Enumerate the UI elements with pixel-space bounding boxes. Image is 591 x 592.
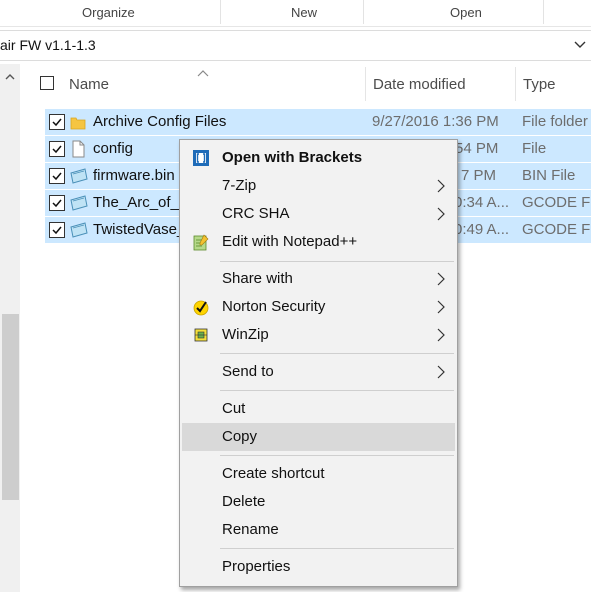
- column-header-date-modified[interactable]: Date modified: [373, 76, 466, 112]
- menu-item-label: Edit with Notepad++: [222, 233, 358, 250]
- menu-item-norton-security[interactable]: Norton Security: [182, 293, 455, 321]
- bin-file-icon: [70, 167, 88, 185]
- file-type: File: [522, 140, 547, 157]
- file-name: firmware.bin: [93, 167, 175, 184]
- menu-item-open-with-brackets[interactable]: Open with Brackets: [182, 144, 455, 172]
- menu-item-label: Send to: [222, 363, 274, 380]
- file-type: BIN File: [522, 167, 576, 184]
- folder-icon: [70, 113, 86, 131]
- norton-icon: [192, 298, 210, 316]
- menu-item-crc-sha[interactable]: CRC SHA: [182, 200, 455, 228]
- navigation-pane-scrollbar[interactable]: [0, 64, 20, 592]
- menu-item-label: Open with Brackets: [222, 149, 363, 166]
- menu-item-label: WinZip: [222, 326, 269, 343]
- menu-item-share-with[interactable]: Share with: [182, 265, 455, 293]
- file-type: GCODE File: [522, 194, 591, 211]
- chevron-right-icon: [437, 328, 445, 342]
- file-type: File folder: [522, 113, 588, 130]
- menu-item-send-to[interactable]: Send to: [182, 358, 455, 386]
- file-row[interactable]: Archive Config Files 9/27/2016 1:36 PM F…: [45, 109, 591, 135]
- file-date-modified: 7 PM: [461, 167, 497, 184]
- chevron-right-icon: [437, 300, 445, 314]
- menu-separator: [220, 548, 454, 549]
- menu-item-label: Copy: [222, 428, 258, 445]
- blank-file-icon: [70, 140, 86, 158]
- menu-item-edit-with-notepad-plus-plus[interactable]: Edit with Notepad++: [182, 228, 455, 256]
- scroll-up-icon[interactable]: [4, 70, 16, 82]
- file-date-modified: 9/27/2016 1:36 PM: [372, 113, 499, 130]
- menu-item-7-zip[interactable]: 7-Zip: [182, 172, 455, 200]
- row-checkbox[interactable]: [49, 168, 65, 184]
- ribbon-divider: [363, 0, 364, 24]
- menu-item-label: CRC SHA: [222, 205, 290, 222]
- scrollbar-thumb[interactable]: [2, 314, 19, 500]
- menu-separator: [220, 353, 454, 354]
- ribbon-divider: [220, 0, 221, 24]
- menu-item-label: Share with: [222, 270, 293, 287]
- file-date-modified: 0:34 A...: [454, 194, 510, 211]
- menu-item-label: Create shortcut: [222, 465, 325, 482]
- gcode-file-icon: [70, 221, 88, 239]
- menu-item-label: 7-Zip: [222, 177, 257, 194]
- file-type: GCODE File: [522, 221, 591, 238]
- menu-item-label: Norton Security: [222, 298, 326, 315]
- row-checkbox[interactable]: [49, 195, 65, 211]
- menu-item-cut[interactable]: Cut: [182, 395, 455, 423]
- select-all-checkbox[interactable]: [40, 76, 54, 90]
- ribbon-divider: [543, 0, 544, 24]
- file-date-modified: 54 PM: [455, 140, 499, 157]
- row-checkbox[interactable]: [49, 222, 65, 238]
- column-divider[interactable]: [515, 67, 516, 101]
- brackets-icon: [192, 149, 210, 167]
- menu-item-rename[interactable]: Rename: [182, 516, 455, 544]
- file-date-modified: 0:49 A...: [454, 221, 510, 238]
- ribbon-group-open: Open: [450, 5, 482, 20]
- sort-ascending-icon: [197, 64, 209, 77]
- row-checkbox[interactable]: [49, 114, 65, 130]
- menu-separator: [220, 390, 454, 391]
- menu-item-label: Rename: [222, 521, 279, 538]
- menu-item-winzip[interactable]: WinZip: [182, 321, 455, 349]
- file-name: config: [93, 140, 134, 157]
- file-name: The_Arc_of_tr: [93, 194, 189, 211]
- menu-item-label: Cut: [222, 400, 246, 417]
- context-menu: Open with Brackets 7-Zip CRC SHA Edit wi…: [179, 139, 458, 587]
- chevron-down-icon[interactable]: [573, 37, 587, 51]
- menu-item-copy[interactable]: Copy: [182, 423, 455, 451]
- menu-item-label: Delete: [222, 493, 266, 510]
- column-header-type[interactable]: Type: [523, 76, 556, 112]
- column-header-name[interactable]: Name: [69, 76, 109, 112]
- winzip-icon: [192, 326, 210, 344]
- ribbon-group-organize: Organize: [82, 5, 135, 20]
- file-name: Archive Config Files: [93, 113, 227, 130]
- menu-item-label: Properties: [222, 558, 291, 575]
- menu-item-create-shortcut[interactable]: Create shortcut: [182, 460, 455, 488]
- chevron-right-icon: [437, 179, 445, 193]
- menu-item-properties[interactable]: Properties: [182, 553, 455, 581]
- chevron-right-icon: [437, 207, 445, 221]
- chevron-right-icon: [437, 365, 445, 379]
- chevron-right-icon: [437, 272, 445, 286]
- ribbon-group-new: New: [291, 5, 318, 20]
- ribbon-group-labels: Organize New Open: [0, 0, 591, 27]
- menu-separator: [220, 455, 454, 456]
- column-divider[interactable]: [365, 67, 366, 101]
- gcode-file-icon: [70, 194, 88, 212]
- address-path[interactable]: air FW v1.1-1.3: [0, 37, 96, 53]
- address-bar[interactable]: air FW v1.1-1.3: [0, 30, 591, 61]
- row-checkbox[interactable]: [49, 141, 65, 157]
- notepad-plus-plus-icon: [192, 233, 210, 251]
- menu-separator: [220, 261, 454, 262]
- menu-item-delete[interactable]: Delete: [182, 488, 455, 516]
- file-name: TwistedVase_: [93, 221, 186, 238]
